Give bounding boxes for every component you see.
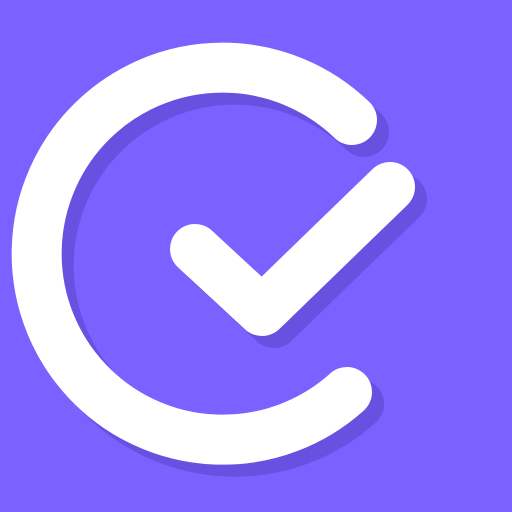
checkmark bbox=[170, 162, 415, 336]
check-circle-icon bbox=[11, 42, 427, 477]
app-icon-tile bbox=[0, 0, 512, 512]
logo-mark bbox=[11, 42, 415, 465]
